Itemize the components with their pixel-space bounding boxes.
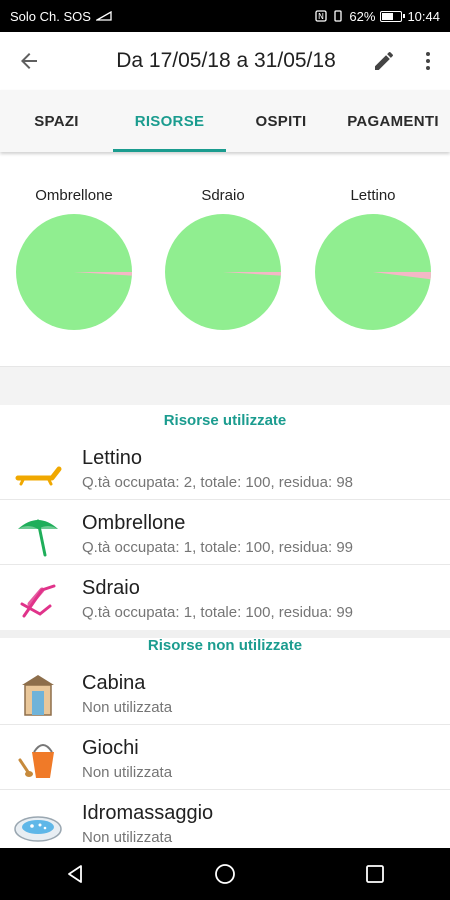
section-unused-title: Risorse non utilizzate xyxy=(147,637,303,654)
section-used-title: Risorse utilizzate xyxy=(163,412,287,429)
item-name: Sdraio xyxy=(82,577,140,599)
nav-back-button[interactable] xyxy=(45,848,105,900)
page-title: Da 17/05/18 a 31/05/18 xyxy=(116,49,336,72)
back-nav-icon xyxy=(68,865,82,883)
recents-nav-icon xyxy=(366,865,384,883)
divider xyxy=(0,789,450,790)
pencil-icon xyxy=(375,51,393,70)
tab-risorse[interactable]: RISORSE xyxy=(113,90,226,152)
pie-chart-sdraio xyxy=(165,214,282,330)
chart-lettino: Lettino xyxy=(313,186,433,332)
item-name: Ombrellone xyxy=(82,512,186,534)
pie-chart-lettino xyxy=(315,214,431,330)
list-item-ombrellone[interactable]: Ombrellone Q.tà occupata: 1, totale: 100… xyxy=(0,501,450,565)
system-nav-bar xyxy=(0,848,450,900)
deckchair-icon xyxy=(20,584,56,618)
item-name: Giochi xyxy=(82,737,139,759)
chart-sdraio: Sdraio xyxy=(163,186,283,332)
divider xyxy=(0,499,450,500)
tab-ospiti[interactable]: OSPITI xyxy=(226,90,336,152)
tab-pagamenti[interactable]: PAGAMENTI xyxy=(336,90,450,152)
item-detail: Non utilizzata xyxy=(82,764,173,781)
pie-chart-ombrellone xyxy=(16,214,133,330)
item-detail: Q.tà occupata: 2, totale: 100, residua: … xyxy=(82,474,354,491)
sunbed-icon xyxy=(15,466,62,486)
item-name: Lettino xyxy=(82,447,143,469)
battery-percent: 62% xyxy=(349,8,376,24)
sand-bucket-icon xyxy=(18,744,54,778)
hot-tub-icon xyxy=(14,816,62,842)
arrow-back-icon xyxy=(21,53,37,69)
list-item-giochi[interactable]: Giochi Non utilizzata xyxy=(0,726,450,790)
tab-spazi[interactable]: SPAZI xyxy=(0,90,113,152)
nav-home-button[interactable] xyxy=(195,848,255,900)
nfc-icon: N xyxy=(315,10,328,22)
chart-label: Lettino xyxy=(350,187,396,204)
chart-label: Ombrellone xyxy=(35,187,113,204)
list-item-idromassaggio[interactable]: Idromassaggio Non utilizzata xyxy=(0,791,450,855)
cabin-icon xyxy=(22,675,54,716)
item-detail: Q.tà occupata: 1, totale: 100, residua: … xyxy=(82,539,354,556)
status-bar: Solo Ch. SOS N 62% 10:44 xyxy=(0,0,450,32)
clock: 10:44 xyxy=(407,8,440,24)
umbrella-icon xyxy=(18,519,58,557)
home-nav-icon xyxy=(215,864,235,884)
edit-button[interactable] xyxy=(362,49,406,73)
signal-icon xyxy=(95,11,112,21)
chart-label: Sdraio xyxy=(201,187,245,204)
back-button[interactable] xyxy=(0,49,58,73)
list-item-cabina[interactable]: Cabina Non utilizzata xyxy=(0,661,450,725)
app-bar: Da 17/05/18 a 31/05/18 xyxy=(0,32,450,90)
list-item-lettino[interactable]: Lettino Q.tà occupata: 2, totale: 100, r… xyxy=(0,436,450,500)
divider xyxy=(0,724,450,725)
tab-bar: SPAZI RISORSE OSPITI PAGAMENTI xyxy=(0,90,450,152)
item-name: Idromassaggio xyxy=(82,802,214,824)
list-item-sdraio[interactable]: Sdraio Q.tà occupata: 1, totale: 100, re… xyxy=(0,566,450,630)
chart-ombrellone: Ombrellone xyxy=(14,186,134,332)
vibrate-icon xyxy=(334,10,343,22)
carrier-label: Solo Ch. SOS xyxy=(10,8,91,24)
item-detail: Non utilizzata xyxy=(82,829,173,846)
resource-charts: Ombrellone Sdraio Lettino xyxy=(0,152,450,366)
item-detail: Q.tà occupata: 1, totale: 100, residua: … xyxy=(82,604,354,621)
item-detail: Non utilizzata xyxy=(82,699,173,716)
more-vert-icon xyxy=(426,52,430,70)
section-spacer xyxy=(0,367,450,405)
divider xyxy=(0,564,450,565)
svg-text:N: N xyxy=(318,12,324,21)
item-name: Cabina xyxy=(82,672,146,694)
battery-icon xyxy=(380,10,406,22)
more-options-button[interactable] xyxy=(406,49,450,73)
nav-recents-button[interactable] xyxy=(345,848,405,900)
